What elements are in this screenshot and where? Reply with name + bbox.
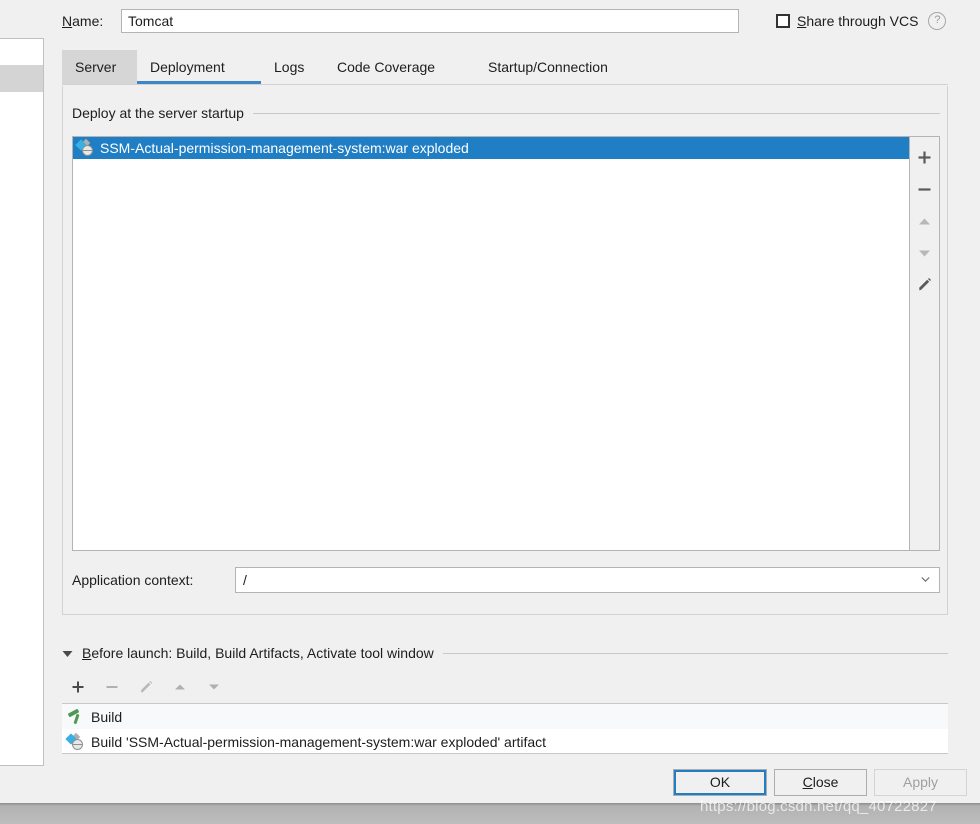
triangle-down-icon[interactable] <box>62 648 73 659</box>
remove-task-button[interactable] <box>96 674 128 700</box>
close-button[interactable]: Close <box>774 769 867 796</box>
arrow-down-icon <box>209 684 219 690</box>
tab-logs[interactable]: Logs <box>261 50 324 84</box>
tab-server[interactable]: Server <box>62 50 137 84</box>
artifact-icon <box>75 138 93 156</box>
minus-icon <box>106 686 118 688</box>
deploy-list-wrapper: SSM-Actual-permission-management-system:… <box>72 136 940 551</box>
minus-icon <box>918 187 931 191</box>
artifact-icon <box>65 732 83 750</box>
ok-button-label: OK <box>709 774 731 790</box>
move-up-button[interactable] <box>911 205 939 237</box>
settings-tab-bar[interactable]: Server Deployment Logs Code Coverage Sta… <box>62 50 948 84</box>
edit-button[interactable] <box>911 269 939 301</box>
application-context-row: Application context: / <box>72 567 940 593</box>
watermark: https://blog.csdn.net/qq_40722827 <box>700 798 937 815</box>
application-context-combobox[interactable]: / <box>235 567 940 593</box>
name-label: Name: <box>62 13 104 29</box>
tab-deployment-label: Deployment <box>150 59 225 75</box>
help-icon[interactable]: ? <box>928 12 947 30</box>
before-launch-header[interactable]: Before launch: Build, Build Artifacts, A… <box>62 645 948 661</box>
deployment-panel: Deploy at the server startup SSM-Actual-… <box>62 86 948 615</box>
move-task-up-button[interactable] <box>164 674 196 700</box>
pencil-icon <box>140 680 152 693</box>
before-launch-task-list[interactable]: Build Build 'SSM-Actual-permission-manag… <box>62 703 948 754</box>
list-item[interactable]: Build <box>62 704 948 729</box>
before-launch-toolbar[interactable] <box>62 673 948 701</box>
pencil-icon <box>918 278 931 291</box>
configurations-tree-panel[interactable] <box>0 38 44 766</box>
plus-icon <box>72 681 84 693</box>
before-launch-rule <box>442 652 948 654</box>
chevron-down-icon[interactable] <box>921 575 930 584</box>
tab-bar-divider <box>62 84 948 85</box>
move-down-button[interactable] <box>911 237 939 269</box>
name-row: Name: Share through VCS ? <box>0 0 980 40</box>
arrow-down-icon <box>919 250 930 256</box>
share-through-vcs-label: Share through VCS <box>797 13 919 29</box>
share-through-vcs-checkbox[interactable] <box>776 14 790 28</box>
tab-startup-connection[interactable]: Startup/Connection <box>475 50 661 84</box>
name-input[interactable] <box>121 9 739 33</box>
application-context-value: / <box>243 572 247 588</box>
deploy-group-title: Deploy at the server startup <box>72 105 244 121</box>
share-through-vcs-group[interactable]: Share through VCS ? <box>776 12 947 30</box>
application-context-label: Application context: <box>72 572 194 588</box>
tree-selected-row[interactable] <box>0 65 43 92</box>
add-task-button[interactable] <box>62 674 94 700</box>
deploy-list-item-label: SSM-Actual-permission-management-system:… <box>100 140 469 156</box>
arrow-up-icon <box>175 684 185 690</box>
remove-button[interactable] <box>911 173 939 205</box>
tab-server-label: Server <box>75 59 117 75</box>
deploy-group-rule <box>252 112 940 114</box>
deploy-group-header: Deploy at the server startup <box>72 105 940 121</box>
list-item[interactable]: Build 'SSM-Actual-permission-management-… <box>62 729 948 753</box>
tab-logs-label: Logs <box>274 59 305 75</box>
arrow-up-icon <box>919 218 930 224</box>
task-label: Build <box>91 708 123 725</box>
ok-button[interactable]: OK <box>673 769 767 796</box>
tab-startup-connection-label: Startup/Connection <box>488 59 608 75</box>
apply-button: Apply <box>874 769 967 796</box>
plus-icon <box>918 151 931 163</box>
before-launch-title: Before launch: Build, Build Artifacts, A… <box>82 645 434 661</box>
tab-code-coverage-label: Code Coverage <box>337 59 436 75</box>
apply-button-label: Apply <box>902 774 939 790</box>
move-task-down-button[interactable] <box>198 674 230 700</box>
tab-deployment[interactable]: Deployment <box>137 50 261 84</box>
deploy-list[interactable]: SSM-Actual-permission-management-system:… <box>72 136 910 551</box>
tab-code-coverage[interactable]: Code Coverage <box>324 50 475 84</box>
hammer-icon <box>67 708 83 725</box>
task-label: Build 'SSM-Actual-permission-management-… <box>91 733 547 750</box>
deploy-list-item[interactable]: SSM-Actual-permission-management-system:… <box>73 137 909 159</box>
deploy-list-toolbar[interactable] <box>910 136 940 551</box>
add-button[interactable] <box>911 141 939 173</box>
edit-task-button[interactable] <box>130 674 162 700</box>
